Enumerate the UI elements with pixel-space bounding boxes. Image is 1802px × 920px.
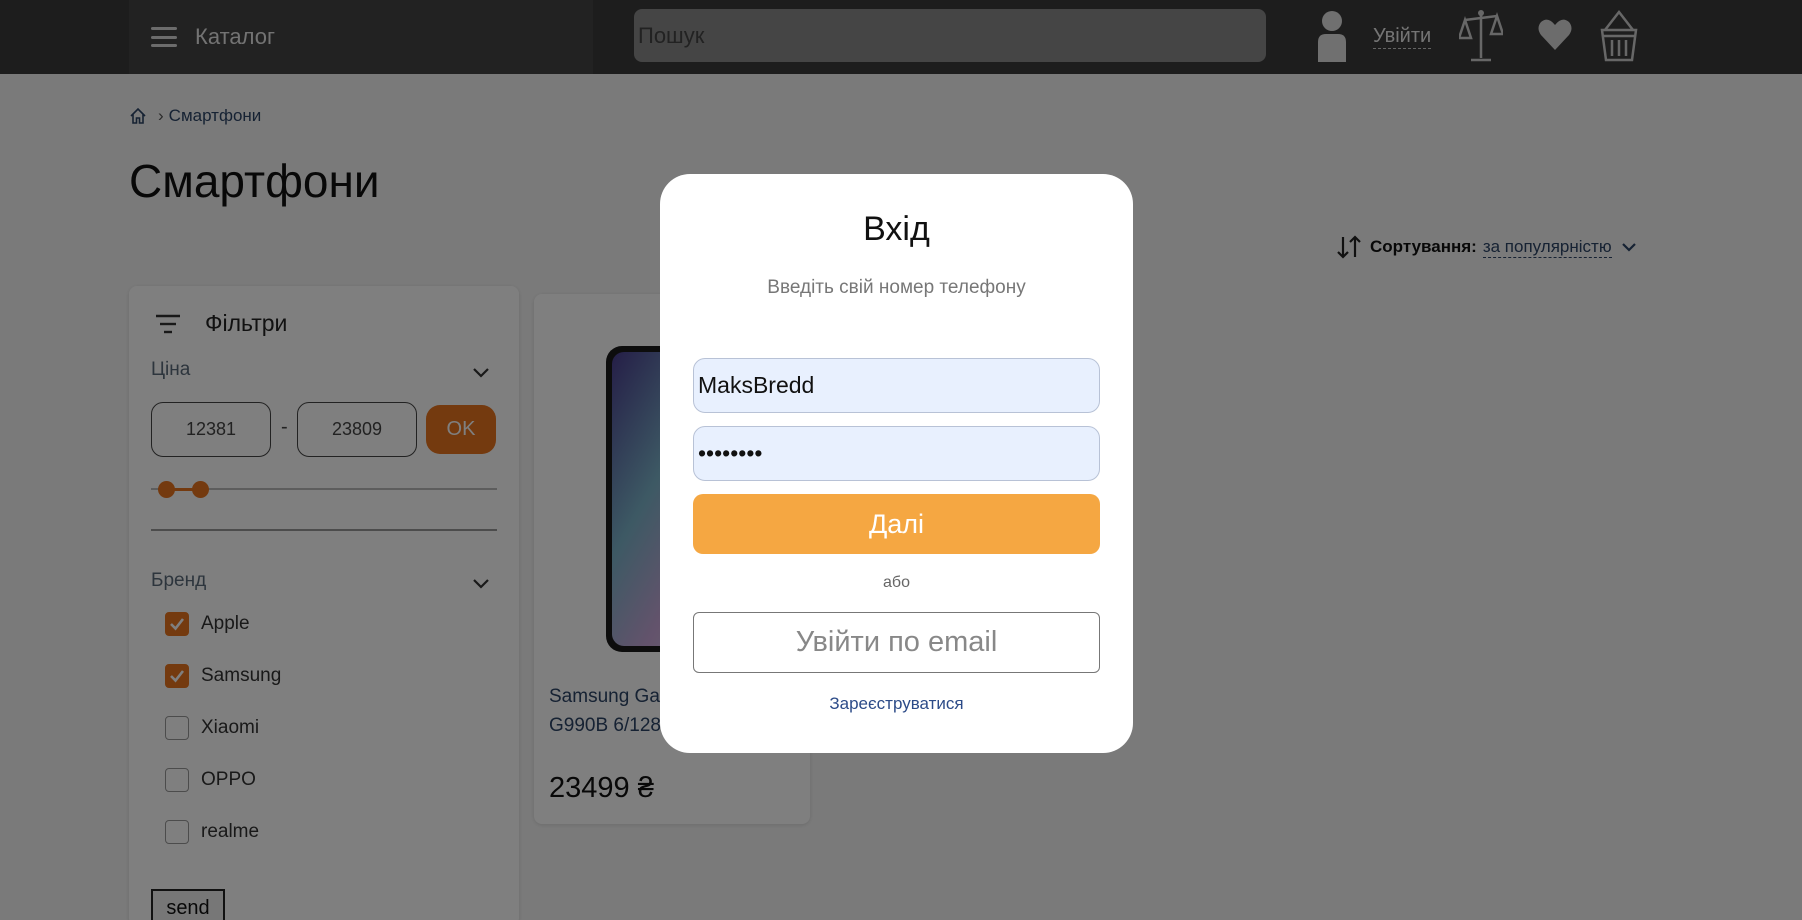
login-modal: Вхід Введіть свій номер телефону Далі аб… — [660, 174, 1133, 753]
password-input[interactable] — [693, 426, 1100, 481]
login-by-email-button[interactable]: Увійти по email — [693, 612, 1100, 673]
modal-subtitle: Введіть свій номер телефону — [767, 277, 1026, 298]
register-link[interactable]: Зареєструватися — [660, 694, 1133, 714]
login-input[interactable] — [693, 358, 1100, 413]
modal-title: Вхід — [863, 210, 930, 248]
or-label: або — [883, 574, 910, 591]
next-button[interactable]: Далі — [693, 494, 1100, 554]
